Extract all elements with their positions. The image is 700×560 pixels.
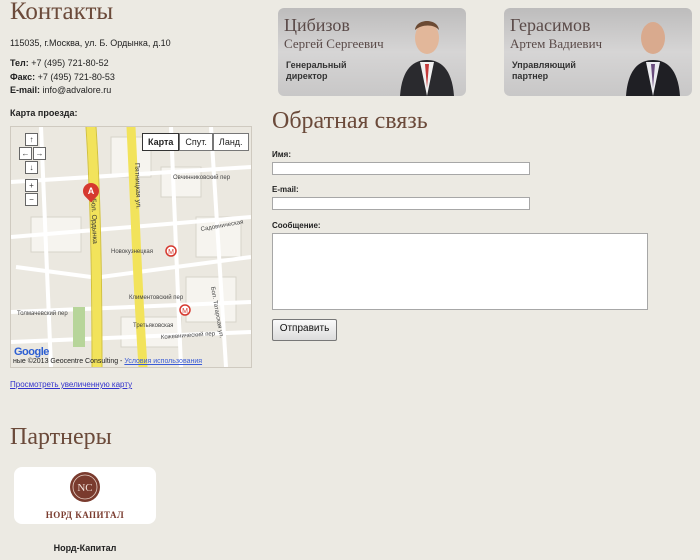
message-label: Сообщение: <box>272 221 321 230</box>
fax-value: +7 (495) 721-80-53 <box>37 72 115 82</box>
street-label: Овчинниковский пер <box>173 174 231 181</box>
email-label: E-mail: <box>272 185 299 194</box>
person-surname: Герасимов <box>510 15 591 35</box>
street-label: Климентовский пер <box>129 294 184 301</box>
partner-logo-card[interactable]: NC НОРД КАПИТАЛ <box>14 467 156 524</box>
pin-letter: A <box>87 186 95 196</box>
name-input[interactable] <box>272 162 530 175</box>
person-photo <box>400 21 454 96</box>
svg-text:M: M <box>168 249 174 256</box>
email-label: E-mail: <box>10 85 41 95</box>
terms-link[interactable]: Условия использования <box>124 358 202 365</box>
name-label: Имя: <box>272 150 291 159</box>
person-surname: Цибизов <box>284 15 350 35</box>
svg-text:M: M <box>182 308 188 315</box>
street-label: Толмачевский пер <box>17 310 68 317</box>
pan-left-icon[interactable]: ← <box>19 147 32 160</box>
message-textarea[interactable] <box>272 233 648 310</box>
contacts-email: E-mail: info@advalore.ru <box>10 85 111 95</box>
phone-label: Тел: <box>10 58 29 68</box>
email-value: info@advalore.ru <box>42 85 112 95</box>
bigger-map-link[interactable]: Просмотреть увеличенную карту <box>10 380 132 389</box>
contacts-fax: Факс: +7 (495) 721-80-53 <box>10 72 115 82</box>
map-type-switcher: Карта Спут. Ланд. <box>142 133 249 151</box>
map-pin-icon[interactable]: A <box>79 179 103 203</box>
map-type-map[interactable]: Карта <box>142 133 180 151</box>
svg-text:NC: NC <box>77 482 92 494</box>
person-given-name: Артем Вадиевич <box>510 36 603 51</box>
partners-title: Партнеры <box>10 424 112 450</box>
person-card: Герасимов Артем Вадиевич Управляющий пар… <box>504 8 692 96</box>
feedback-title: Обратная связь <box>272 108 428 134</box>
map[interactable]: M M Овчинниковский пер Овчинниковский пе… <box>10 126 252 368</box>
zoom-out-icon[interactable]: − <box>25 193 38 206</box>
phone-value: +7 (495) 721-80-52 <box>31 58 109 68</box>
fax-label: Факс: <box>10 72 36 82</box>
contacts-title: Контакты <box>10 0 114 25</box>
contacts-address: 115035, г.Москва, ул. Б. Ордынка, д.10 <box>10 38 171 48</box>
pan-up-icon[interactable]: ↑ <box>25 133 38 146</box>
street-label: Новокузнецкая <box>111 249 153 255</box>
street-label: Третьяковская <box>133 323 173 329</box>
partner-caption[interactable]: Норд-Капитал <box>14 543 156 553</box>
pan-right-icon[interactable]: → <box>33 147 46 160</box>
pan-down-icon[interactable]: ↓ <box>25 161 38 174</box>
person-given-name: Сергей Сергеевич <box>284 36 384 51</box>
partner-logo-text: НОРД КАПИТАЛ <box>45 510 125 520</box>
person-role: Управляющий партнер <box>512 60 576 81</box>
partner-logo: NC <box>70 472 100 502</box>
person-role: Генеральный директор <box>286 60 347 81</box>
contacts-phone: Тел: +7 (495) 721-80-52 <box>10 58 109 68</box>
map-type-satellite[interactable]: Спут. <box>179 133 213 151</box>
google-logo: Google <box>14 346 49 358</box>
person-photo <box>626 22 680 96</box>
copyright-text: ные ©2013 Geocentre Consulting - <box>13 358 125 365</box>
map-caption: Карта проезда: <box>10 108 78 118</box>
email-input[interactable] <box>272 197 530 210</box>
map-type-terrain[interactable]: Ланд. <box>212 133 249 151</box>
zoom-in-icon[interactable]: + <box>25 179 38 192</box>
map-copyright: ные ©2013 Geocentre Consulting - Условия… <box>13 358 202 365</box>
submit-button[interactable]: Отправить <box>272 319 337 341</box>
map-streets: M M Овчинниковский пер Овчинниковский пе… <box>11 127 251 367</box>
person-card: Цибизов Сергей Сергеевич Генеральный дир… <box>278 8 466 96</box>
